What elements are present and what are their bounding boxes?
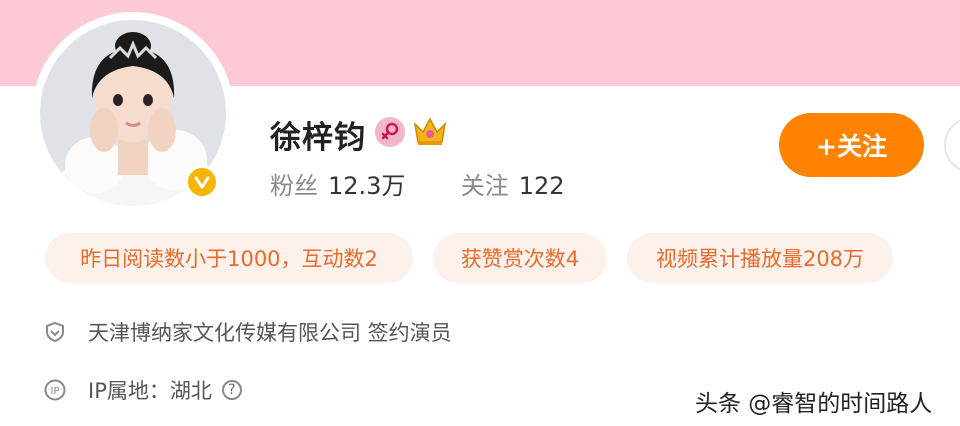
following-value: 122 [518,172,565,200]
profile-stats: 粉丝 12.3万 关注 122 [270,166,565,201]
ip-icon: IP [44,379,66,401]
female-gender-icon [375,117,405,147]
following-stat[interactable]: 关注 122 [461,172,565,200]
help-icon[interactable]: ? [221,380,242,400]
company-row: 天津博纳家文化传媒有限公司 签约演员 [44,317,452,347]
ip-row: IP IP属地：湖北 ? [44,375,242,405]
following-label: 关注 [460,172,509,200]
followers-label: 粉丝 [270,172,318,200]
tag-reading-stats[interactable]: 昨日阅读数小于1000，互动数2 [45,233,413,283]
follow-button[interactable]: +关注 [779,113,924,177]
verified-v-icon [185,165,219,199]
profile-name: 徐梓钧 [270,120,366,156]
tag-video-plays[interactable]: 视频累计播放量208万 [627,233,893,283]
ip-location-text: IP属地：湖北 [88,379,212,403]
ip-icon-text: IP [51,386,60,397]
crown-icon[interactable] [412,114,448,148]
company-text: 天津博纳家文化传媒有限公司 签约演员 [88,321,452,345]
followers-stat[interactable]: 粉丝 12.3万 [270,172,413,200]
tag-appreciation[interactable]: 获赞赏次数4 [433,233,607,283]
shield-icon [44,321,66,343]
watermark: 头条 @睿智的时间路人 [695,391,933,417]
followers-value: 12.3万 [328,172,406,200]
